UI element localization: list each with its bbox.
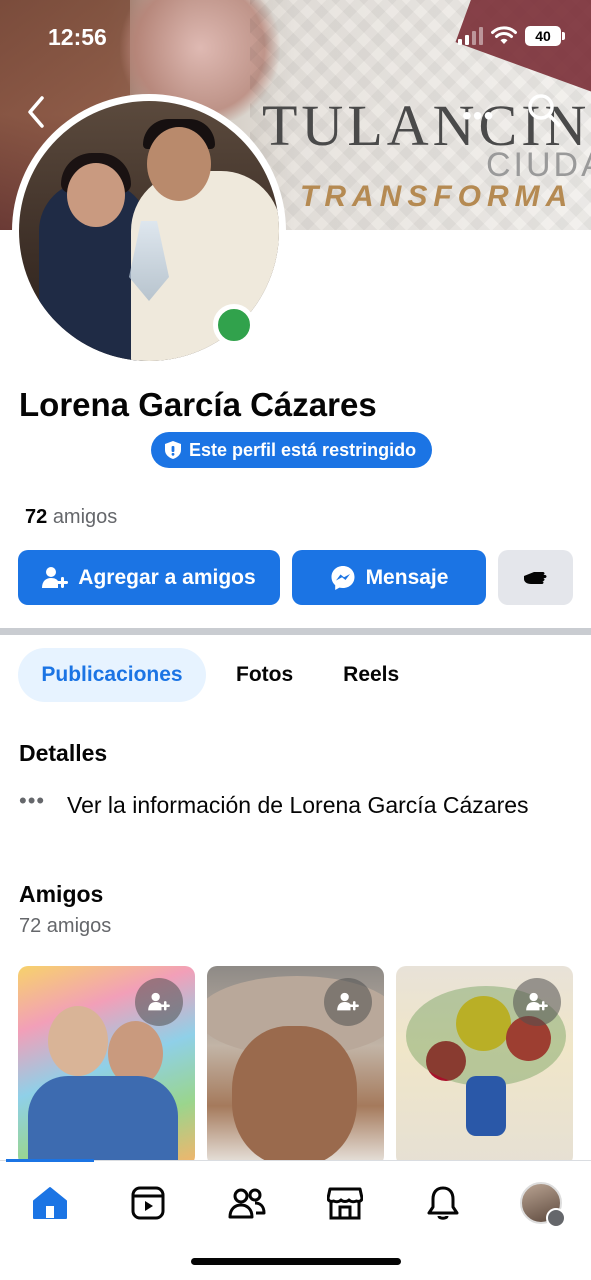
more-options-icon[interactable]: ••• [462, 100, 494, 132]
messenger-icon [331, 565, 355, 590]
home-icon[interactable] [28, 1181, 72, 1225]
avatar [520, 1182, 566, 1228]
add-person-icon [42, 566, 69, 588]
poke-hand-icon [523, 571, 546, 584]
message-label: Mensaje [365, 565, 449, 589]
restricted-badge-label: Este perfil está restringido [189, 439, 417, 460]
friends-subtitle: 72 amigos [19, 915, 112, 937]
profile-avatar[interactable] [519, 1181, 566, 1228]
section-divider [0, 628, 591, 635]
friends-count-number: 72 [25, 506, 48, 528]
tab-reels[interactable]: Reels [313, 648, 419, 702]
photo-person-left-face [67, 163, 125, 227]
friend-photo-vase [466, 1076, 506, 1136]
reels-icon[interactable] [126, 1181, 170, 1225]
add-friend-icon[interactable] [513, 978, 561, 1026]
add-friend-button[interactable]: Agregar a amigos [18, 550, 280, 605]
status-time: 12:56 [48, 24, 107, 50]
tab-fotos[interactable]: Fotos [206, 648, 313, 702]
add-friend-icon[interactable] [324, 978, 372, 1026]
friend-photo-body [28, 1076, 178, 1166]
friends-count-label: amigos [52, 506, 118, 528]
restricted-badge[interactable]: Este perfil está restringido [151, 432, 433, 468]
friend-photo-face [48, 1006, 108, 1076]
photo-person-right-face [147, 127, 211, 201]
profile-tabs: Publicaciones Fotos Reels [18, 648, 419, 702]
friend-card[interactable] [207, 966, 384, 1166]
tab-publicaciones[interactable]: Publicaciones [18, 648, 206, 702]
marketplace-icon[interactable] [323, 1181, 367, 1225]
details-title: Detalles [19, 740, 108, 766]
friend-photo-face [232, 1026, 357, 1166]
friends-icon[interactable] [225, 1181, 269, 1225]
details-info-text: Ver la información de Lorena García Cáza… [67, 792, 529, 818]
home-indicator [191, 1258, 401, 1265]
add-friend-label: Agregar a amigos [78, 565, 256, 589]
friend-card[interactable] [18, 966, 195, 1166]
cover-text-line3: TRANSFORMA [300, 180, 574, 213]
friend-card[interactable] [396, 966, 573, 1166]
back-arrow-icon[interactable] [22, 92, 52, 132]
details-info-row[interactable]: ••• Ver la información de Lorena García … [19, 788, 547, 821]
online-status-dot [213, 304, 255, 346]
battery-icon: 40 [525, 26, 565, 46]
shield-icon [165, 441, 181, 459]
more-dots-icon: ••• [19, 788, 46, 813]
search-icon[interactable] [526, 92, 562, 128]
add-friend-icon[interactable] [135, 978, 183, 1026]
friends-title: Amigos [19, 881, 104, 907]
notifications-icon[interactable] [421, 1181, 465, 1225]
more-actions-button[interactable] [498, 550, 573, 605]
menu-badge-icon [546, 1208, 566, 1228]
profile-name: Lorena García Cázares [19, 386, 377, 423]
active-tab-indicator [6, 1159, 94, 1162]
friends-count[interactable]: 72 amigos [25, 506, 117, 529]
wifi-icon [491, 26, 517, 44]
cellular-signal-icon [458, 27, 483, 45]
message-button[interactable]: Mensaje [292, 550, 486, 605]
status-icons: 40 [458, 26, 565, 46]
